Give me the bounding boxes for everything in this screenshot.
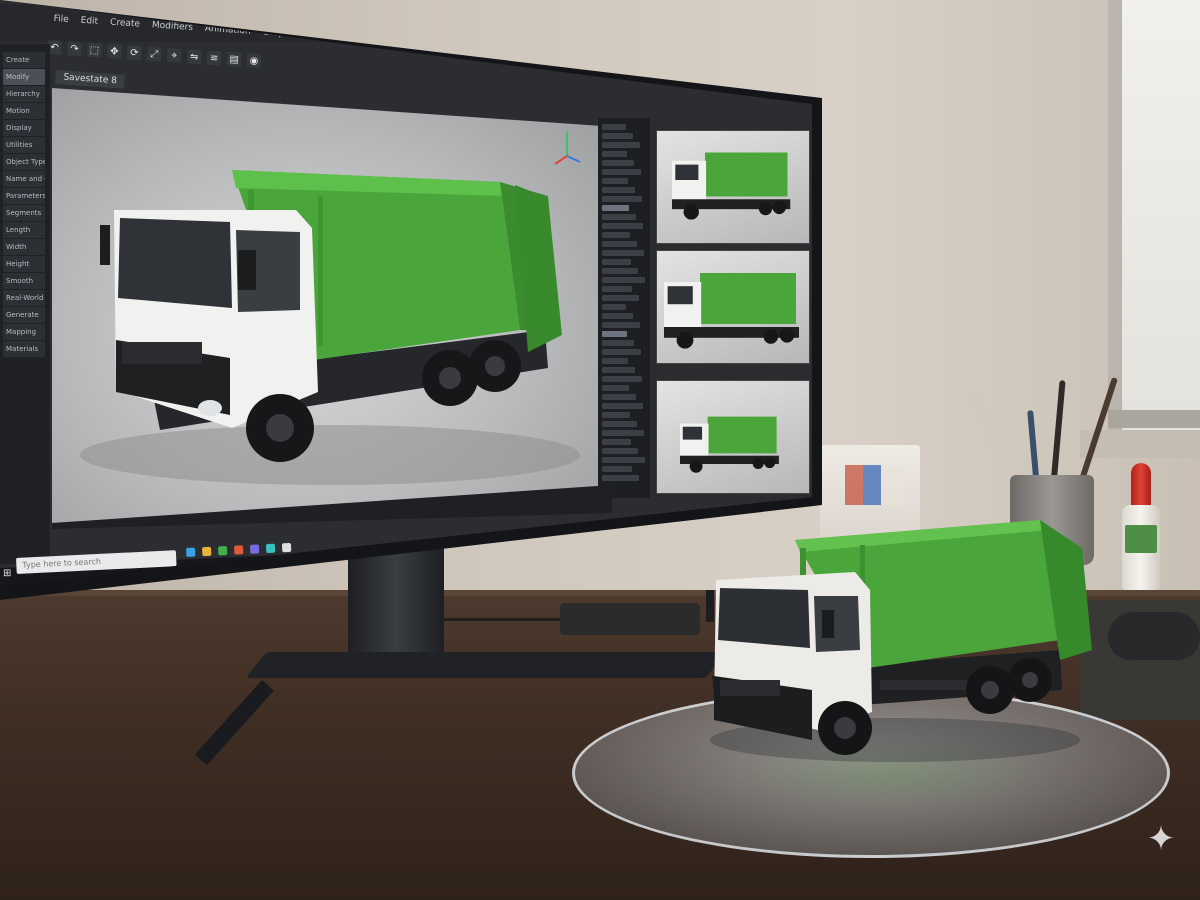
truck-scale-model	[706, 520, 1092, 762]
sparkle-icon: ✦	[1146, 819, 1176, 859]
